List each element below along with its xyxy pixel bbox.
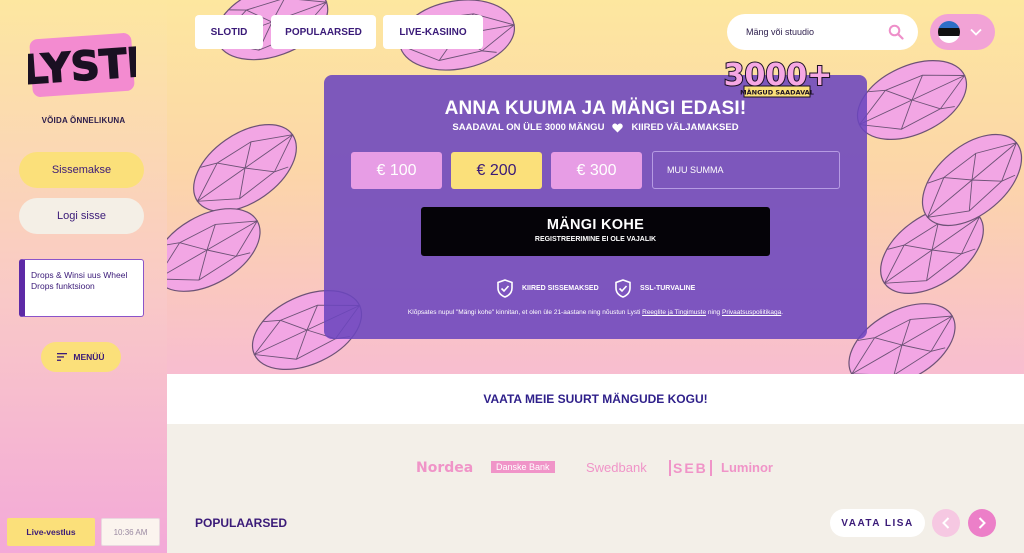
estonia-flag-icon xyxy=(938,21,960,43)
tab-populaarsed[interactable]: POPULAARSED xyxy=(271,15,376,49)
sidebar: LYSTI VÕIDA ÕNNELIKUNA Sissemakse Logi s… xyxy=(0,0,167,553)
badge-caption: MÄNGUD SAADAVAL xyxy=(740,88,814,97)
svg-text:LYSTI: LYSTI xyxy=(28,40,136,94)
hero-subtitle: SAADAVAL ON ÜLE 3000 MÄNGU KIIRED VÄLJAM… xyxy=(324,122,867,133)
seb-logo: SEB xyxy=(669,460,712,476)
play-label: MÄNGI KOHE xyxy=(546,217,645,233)
swedbank-logo: Swedbank xyxy=(586,460,647,475)
legal-pre: Klõpsates nupul "Mängi kohe" kinnitan, e… xyxy=(407,309,643,316)
promo-text: Drops & Winsi uus Wheel Drops funktsioon xyxy=(31,270,128,292)
menu-icon xyxy=(57,353,68,361)
custom-amount-input[interactable]: MUU SUMMA xyxy=(652,151,840,189)
tab-slotid[interactable]: SLOTID xyxy=(195,15,263,49)
deposit-button[interactable]: Sissemakse xyxy=(19,152,144,188)
menu-button[interactable]: MENÜÜ xyxy=(41,342,121,372)
luminor-logo: Luminor xyxy=(721,460,773,475)
game-collection-banner[interactable]: VAATA MEIE SUURT MÄNGUDE KOGU! xyxy=(167,374,1024,424)
chevron-left-icon xyxy=(942,517,950,529)
login-button[interactable]: Logi sisse xyxy=(19,198,144,234)
clock: 10:36 AM xyxy=(101,518,160,546)
trust-ssl: SSL-TURVALINE xyxy=(615,277,695,299)
promo-card[interactable]: Drops & Winsi uus Wheel Drops funktsioon xyxy=(19,259,144,317)
danske-bank-logo: Danske Bank xyxy=(491,461,555,473)
hero-title: ANNA KUUMA JA MÄNGI EDASI! xyxy=(444,98,747,119)
trust-2-label: SSL-TURVALINE xyxy=(640,284,696,292)
lysti-logo[interactable]: LYSTI xyxy=(28,30,136,100)
menu-label: MENÜÜ xyxy=(73,352,105,362)
hero-sub-right: KIIRED VÄLJAMAKSED xyxy=(631,122,739,133)
amount-100-button[interactable]: € 100 xyxy=(351,152,442,189)
search-placeholder: Mäng või stuudio xyxy=(746,27,815,37)
legal-mid: ning xyxy=(706,309,722,316)
hero-sub-left: SAADAVAL ON ÜLE 3000 MÄNGU xyxy=(452,122,605,133)
popular-section-title: POPULAARSED xyxy=(195,516,288,530)
games-count-badge: 3000+ MÄNGUD SAADAVAL xyxy=(723,58,833,98)
legal-end: . xyxy=(781,309,784,316)
next-button[interactable] xyxy=(968,509,996,537)
shield-check-icon xyxy=(615,278,631,298)
signup-panel: ANNA KUUMA JA MÄNGI EDASI! SAADAVAL ON Ü… xyxy=(324,75,867,339)
privacy-link[interactable]: Privaatsuspoliitikaga xyxy=(722,309,781,316)
chevron-down-icon xyxy=(970,28,982,36)
collection-text: VAATA MEIE SUURT MÄNGUDE KOGU! xyxy=(483,392,708,406)
trust-1-label: KIIRED SISSEMAKSED xyxy=(522,284,599,292)
language-selector[interactable] xyxy=(930,14,995,50)
play-now-button[interactable]: MÄNGI KOHE REGISTREERIMINE EI OLE VAJALI… xyxy=(421,207,770,256)
play-sublabel: REGISTREERIMINE EI OLE VAJALIK xyxy=(534,236,657,243)
tagline: VÕIDA ÕNNELIKUNA xyxy=(41,116,126,125)
tab-live-kasiino[interactable]: LIVE-KASIINO xyxy=(383,15,483,49)
chevron-right-icon xyxy=(978,517,986,529)
custom-amount-placeholder: MUU SUMMA xyxy=(667,165,724,175)
terms-link[interactable]: Reeglite ja Tingimuste xyxy=(642,309,706,316)
amount-300-button[interactable]: € 300 xyxy=(551,152,642,189)
previous-button[interactable] xyxy=(932,509,960,537)
live-chat-button[interactable]: Live-vestlus xyxy=(7,518,95,546)
trust-fast-deposits: KIIRED SISSEMAKSED xyxy=(497,277,599,299)
nordea-logo: Nordea xyxy=(416,460,474,476)
heart-icon xyxy=(612,123,624,132)
amount-200-button[interactable]: € 200 xyxy=(451,152,542,189)
bank-logos: Nordea Danske Bank Swedbank SEB Luminor xyxy=(167,424,1024,510)
search-input[interactable]: Mäng või stuudio xyxy=(727,14,918,50)
shield-check-icon xyxy=(497,278,513,298)
legal-text: Klõpsates nupul "Mängi kohe" kinnitan, e… xyxy=(324,309,867,316)
search-icon[interactable] xyxy=(888,24,904,40)
hero-section: SLOTID POPULAARSED LIVE-KASIINO Mäng või… xyxy=(167,0,1024,374)
see-more-button[interactable]: VAATA LISA xyxy=(830,509,925,537)
